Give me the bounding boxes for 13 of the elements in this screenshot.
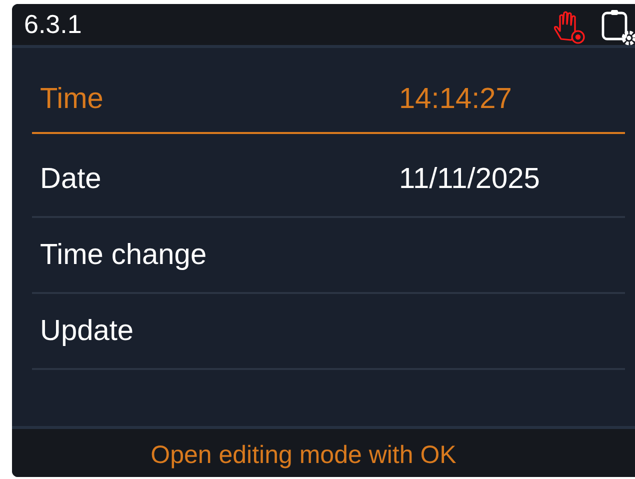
screen-title: 6.3.1 (24, 9, 83, 40)
menu-label: Update (40, 314, 135, 348)
menu-value: 11/11/2025 (399, 162, 540, 196)
menu-label: Time (40, 82, 104, 116)
menu-label: Date (40, 162, 102, 196)
footer-hint: Open editing mode with OK (150, 440, 456, 470)
menu-value: 14:14:27 (399, 82, 512, 116)
hand-stop-icon (551, 8, 587, 44)
menu-row[interactable]: Date 11/11/2025 (32, 142, 625, 218)
menu-row[interactable]: Time change (32, 218, 625, 294)
menu-row[interactable]: Update (32, 294, 625, 370)
menu-label: Time change (40, 238, 208, 272)
menu-row[interactable]: Time 14:14:27 (32, 66, 625, 134)
